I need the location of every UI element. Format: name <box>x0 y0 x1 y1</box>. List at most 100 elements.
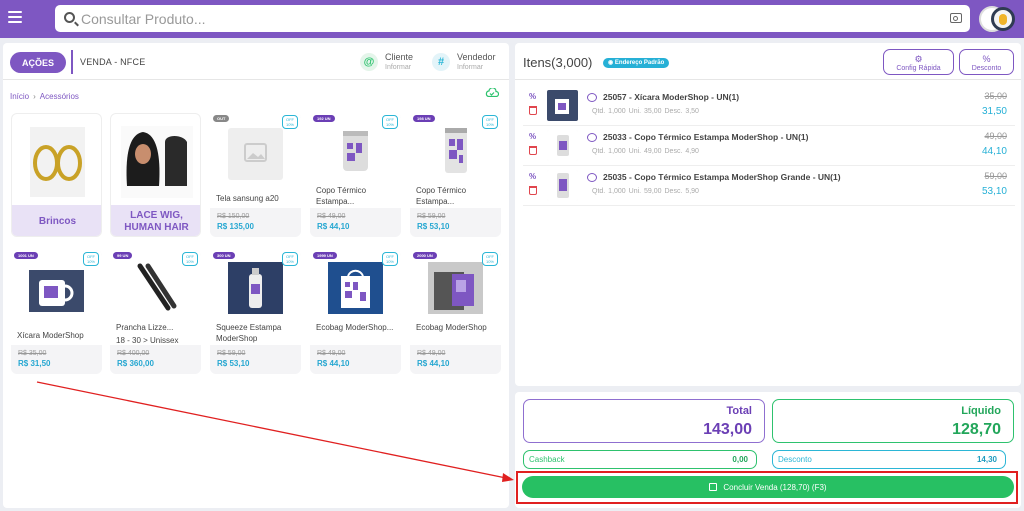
product-card[interactable]: 1999 UN OFF 10% Ecobag ModerShop... R$ 4… <box>310 250 401 374</box>
breadcrumb-separator: › <box>33 92 36 101</box>
product-price: R$ 31,50 <box>18 359 51 368</box>
net-box: Líquido 128,70 <box>772 399 1014 443</box>
trash-icon[interactable] <box>529 146 537 155</box>
product-name: Ecobag ModerShop <box>416 323 487 332</box>
net-value: 128,70 <box>952 421 1001 438</box>
product-card[interactable]: 1001 UN OFF 10% Xícara ModerShop R$ 35,0… <box>11 250 102 374</box>
category-card-brincos[interactable]: Brincos <box>11 113 102 237</box>
stock-badge: 99 UN <box>113 252 133 259</box>
item-meta: Qtd. 1,000 Uni. 35,00 Desc. 3,50 <box>592 108 699 115</box>
discount-badge: OFF 10% <box>83 252 99 266</box>
image-placeholder-icon <box>228 128 283 180</box>
hamburger-menu-icon[interactable] <box>8 11 22 25</box>
product-old-price: R$ 35,00 <box>18 350 47 357</box>
address-badge-label: Endereço Padrão <box>614 60 665 66</box>
cloud-sync-icon[interactable] <box>485 88 499 97</box>
item-meta: Qtd. 1,000 Uni. 49,00 Desc. 4,90 <box>592 148 699 155</box>
quick-config-button[interactable]: ⚙ Config Rápida <box>883 49 954 75</box>
discount-badge: OFF 10% <box>482 252 498 266</box>
cashback-label: Cashback <box>529 455 565 464</box>
comment-icon[interactable] <box>587 173 597 182</box>
earrings-image <box>30 127 85 197</box>
product-old-price: R$ 150,00 <box>217 213 250 220</box>
product-old-price: R$ 49,00 <box>317 350 346 357</box>
comment-icon[interactable] <box>587 133 597 142</box>
search-bar[interactable] <box>55 5 970 32</box>
stock-badge: 2000 UN <box>413 252 437 259</box>
product-price: R$ 53,10 <box>217 359 250 368</box>
product-price: R$ 360,00 <box>117 359 154 368</box>
product-name: Ecobag ModerShop... <box>316 323 394 332</box>
item-discount-icon[interactable]: % <box>529 132 536 141</box>
item-thumbnail <box>547 130 578 161</box>
seller-label[interactable]: Vendedor <box>457 52 496 62</box>
product-old-price: R$ 49,00 <box>317 213 346 220</box>
cart-item[interactable]: % 25035 - Copo Térmico Estampa ModerShop… <box>523 166 1015 206</box>
comment-icon[interactable] <box>587 93 597 102</box>
stock-badge: 198 UN <box>413 115 435 122</box>
product-panel: AÇÕES VENDA - NFCE @ Cliente Informar # … <box>3 43 509 508</box>
product-name: Copo Térmico Estampa... <box>316 186 367 206</box>
client-label[interactable]: Cliente <box>385 52 413 62</box>
cashback-value: 0,00 <box>732 455 748 464</box>
cart-panel: Itens(3,000) ◉ Endereço Padrão ⚙ Config R… <box>515 43 1021 386</box>
item-discount-icon[interactable]: % <box>529 92 536 101</box>
product-card[interactable]: OUT OFF 10% Tela sansung a20 R$ 150,00 R… <box>210 113 301 237</box>
quick-config-label: Config Rápida <box>896 65 941 72</box>
item-title: 25035 - Copo Térmico Estampa ModerShop G… <box>603 172 841 182</box>
sale-header: AÇÕES VENDA - NFCE @ Cliente Informar # … <box>3 43 509 80</box>
item-discount-icon[interactable]: % <box>529 172 536 181</box>
client-icon[interactable]: @ <box>360 53 378 71</box>
product-name: Prancha Lizze... <box>116 323 174 332</box>
ecobag-photo-image <box>428 262 483 314</box>
divider <box>515 79 1021 80</box>
item-thumbnail <box>547 170 578 201</box>
trash-icon[interactable] <box>529 106 537 115</box>
item-old-price: 35,00 <box>984 91 1007 101</box>
discount-badge: OFF 10% <box>482 115 498 129</box>
discount-badge: OFF 10% <box>282 252 298 266</box>
trash-icon[interactable] <box>529 186 537 195</box>
breadcrumb-home[interactable]: Início <box>10 92 29 101</box>
cart-item[interactable]: % 25033 - Copo Térmico Estampa ModerShop… <box>523 126 1015 166</box>
product-card[interactable]: 2000 UN OFF 10% Ecobag ModerShop R$ 49,0… <box>410 250 501 374</box>
item-price: 31,50 <box>981 106 1007 117</box>
seller-icon[interactable]: # <box>432 53 450 71</box>
mug-image <box>29 270 84 312</box>
client-sub: Informar <box>385 64 412 71</box>
total-label: Total <box>726 405 752 417</box>
product-price: R$ 44,10 <box>317 359 350 368</box>
user-avatar-icon[interactable] <box>991 7 1015 31</box>
discount-badge: OFF 10% <box>182 252 198 266</box>
product-name: Copo Térmico Estampa... <box>416 186 467 206</box>
product-card[interactable]: 192 UN OFF 10% Copo Térmico Estampa... R… <box>310 113 401 237</box>
discount-total-box[interactable]: Desconto 14,30 <box>772 450 1006 469</box>
sale-type-label: VENDA - NFCE <box>80 57 146 67</box>
product-old-price: R$ 400,00 <box>117 350 150 357</box>
address-badge[interactable]: ◉ Endereço Padrão <box>603 58 670 68</box>
product-card[interactable]: 198 UN OFF 10% Copo Térmico Estampa... R… <box>410 113 501 237</box>
breadcrumb: Início › Acessórios <box>10 92 79 101</box>
stock-badge: 1999 UN <box>313 252 337 259</box>
camera-icon[interactable] <box>950 13 962 23</box>
stock-badge: 192 UN <box>313 115 335 122</box>
category-card-lace-wig[interactable]: LACE WIG, HUMAN HAIR <box>110 113 201 237</box>
avatar[interactable] <box>979 6 1016 32</box>
search-input[interactable] <box>81 8 931 29</box>
top-bar <box>0 0 1024 38</box>
discount-button[interactable]: % Desconto <box>959 49 1014 75</box>
product-card[interactable]: 99 UN OFF 10% Prancha Lizze... 18 - 30 >… <box>110 250 201 374</box>
wig-image <box>121 126 193 198</box>
cart-title: Itens(3,000) <box>523 55 593 70</box>
product-card[interactable]: 300 UN OFF 10% Squeeze Estampa ModerShop… <box>210 250 301 374</box>
cashback-box[interactable]: Cashback 0,00 <box>523 450 757 469</box>
category-title-line1: LACE WIG, <box>130 210 183 221</box>
item-meta: Qtd. 1,000 Uni. 59,00 Desc. 5,90 <box>592 188 699 195</box>
acoes-button[interactable]: AÇÕES <box>10 52 66 73</box>
annotation-highlight-box <box>516 471 1018 504</box>
product-price: R$ 44,10 <box>317 222 350 231</box>
cart-item[interactable]: % 25057 - Xícara ModerShop - UN(1) Qtd. … <box>523 86 1015 126</box>
category-title-line2: HUMAN HAIR <box>124 222 189 233</box>
net-label: Líquido <box>961 405 1001 417</box>
breadcrumb-current[interactable]: Acessórios <box>40 92 79 101</box>
